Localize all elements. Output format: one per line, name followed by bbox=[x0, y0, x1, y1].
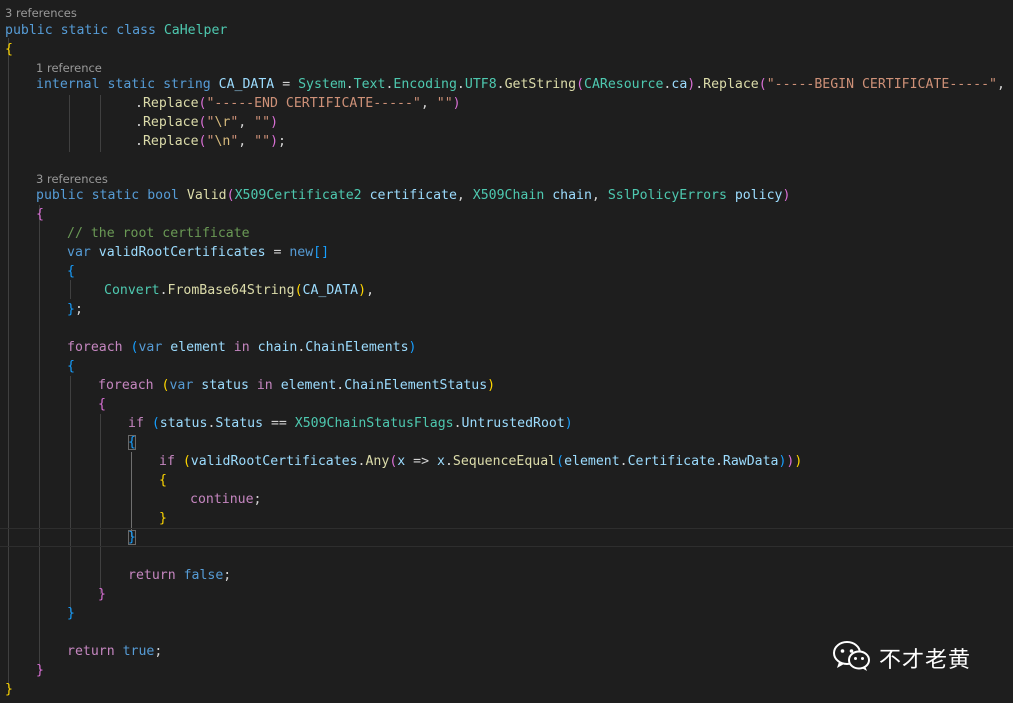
code-line: internal static string CA_DATA = System.… bbox=[36, 77, 1013, 92]
code-line: .Replace("\r", "") bbox=[135, 115, 279, 130]
code-line: } bbox=[67, 606, 75, 621]
code-line: Convert.FromBase64String(CA_DATA), bbox=[104, 283, 375, 298]
code-line: .Replace("-----END CERTIFICATE-----", ""… bbox=[135, 96, 461, 111]
matched-bracket: { bbox=[128, 435, 136, 450]
code-line: } bbox=[36, 663, 44, 678]
code-line: if (validRootCertificates.Any(x => x.Seq… bbox=[159, 454, 803, 469]
code-line: { bbox=[98, 397, 106, 412]
code-lens-references[interactable]: 1 reference bbox=[36, 60, 102, 76]
code-line: public static bool Valid(X509Certificate… bbox=[36, 188, 791, 203]
code-line: public static class CaHelper bbox=[5, 23, 228, 38]
indent-guide bbox=[100, 95, 101, 152]
current-line-highlight bbox=[0, 528, 1013, 547]
code-line: } bbox=[98, 587, 106, 602]
code-line: { bbox=[67, 359, 75, 374]
indent-guide bbox=[100, 414, 101, 594]
code-line: return true; bbox=[67, 644, 163, 659]
code-line: foreach (var element in chain.ChainEleme… bbox=[67, 340, 417, 355]
matched-bracket: } bbox=[128, 530, 136, 545]
indent-guide bbox=[70, 376, 71, 613]
watermark: 不才老黄 bbox=[833, 640, 971, 676]
code-editor[interactable]: 3 references public static class CaHelpe… bbox=[0, 0, 1013, 703]
code-lens-references[interactable]: 3 references bbox=[5, 5, 77, 21]
code-lens-references[interactable]: 3 references bbox=[36, 171, 108, 187]
code-line: continue; bbox=[190, 492, 262, 507]
indent-guide bbox=[39, 205, 40, 670]
code-line: var validRootCertificates = new[] bbox=[67, 245, 330, 260]
code-line: .Replace("\n", ""); bbox=[135, 134, 286, 149]
code-line: // the root certificate bbox=[67, 226, 250, 241]
code-line: }; bbox=[67, 302, 83, 317]
code-line: } bbox=[159, 511, 167, 526]
code-line: { bbox=[5, 42, 13, 57]
code-line: { bbox=[36, 207, 44, 222]
code-line: { bbox=[128, 433, 136, 452]
wechat-icon bbox=[833, 640, 871, 676]
code-line: } bbox=[128, 528, 136, 547]
code-line: foreach (var status in element.ChainElem… bbox=[98, 378, 496, 393]
code-line: } bbox=[5, 682, 13, 697]
code-line: return false; bbox=[128, 568, 232, 583]
watermark-text: 不才老黄 bbox=[879, 648, 972, 673]
code-line: { bbox=[67, 264, 75, 279]
indent-guide-active bbox=[131, 452, 132, 537]
indent-guide bbox=[69, 95, 70, 152]
indent-guide bbox=[70, 280, 71, 299]
code-line: { bbox=[159, 473, 167, 488]
code-line: if (status.Status == X509ChainStatusFlag… bbox=[128, 416, 573, 431]
indent-guide bbox=[8, 38, 9, 688]
